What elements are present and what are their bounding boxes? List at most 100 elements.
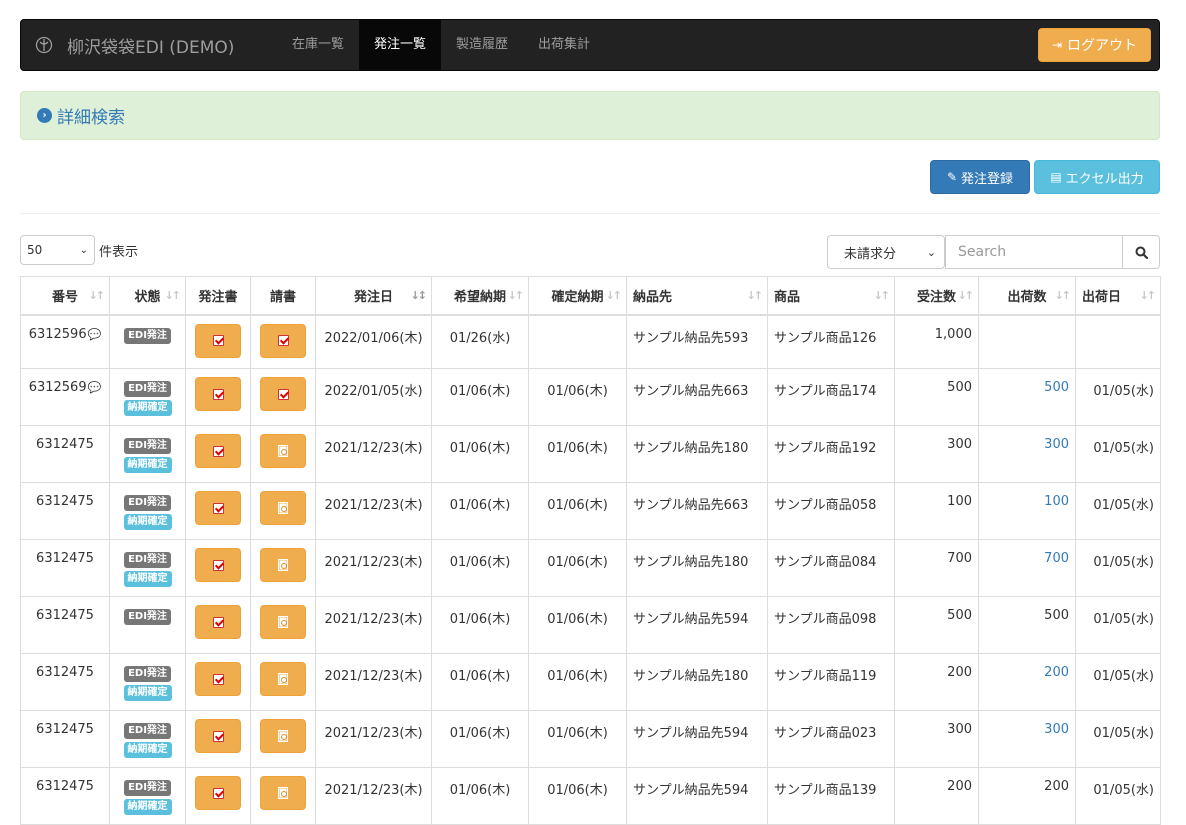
cell-acknowledgement (250, 710, 316, 768)
acknowledgement-button[interactable] (260, 434, 306, 468)
table-row[interactable]: 6312475 EDI発注 2021/12/23(木) 01/06(木) 01/06(木… (20, 596, 1161, 654)
detail-search-title: 詳細検索 (57, 108, 125, 128)
cell-number: 6312475 (20, 482, 110, 540)
col-header-status[interactable]: 状態 ↓↑ (109, 276, 186, 316)
search-input[interactable]: Search (945, 235, 1123, 269)
checkbox-icon (277, 388, 289, 400)
cell-order-sheet (185, 368, 251, 426)
col-header-order-date[interactable]: 発注日 ↓↕ (315, 276, 432, 316)
cell-shipped-qty[interactable]: 300 (978, 710, 1076, 768)
table-row[interactable]: 6312475 EDI発注 納期確定 2021/12/23(木) 01/06(木) 01/… (20, 653, 1161, 711)
shipped-qty-value[interactable]: 300 (1044, 722, 1069, 737)
order-sheet-button[interactable] (195, 605, 241, 639)
table-row[interactable]: 6312596💬 EDI発注 2022/01/06(木) 01/26(水) サンプル納品… (20, 314, 1161, 369)
cell-number: 6312475 (20, 425, 110, 483)
table-row[interactable]: 6312475 EDI発注 納期確定 2021/12/23(木) 01/06(木) 01/… (20, 539, 1161, 597)
col-header-destination[interactable]: 納品先 ↓↑ (626, 276, 768, 316)
nav-order-list[interactable]: 発注一覧 (359, 20, 442, 70)
cell-shipped-qty[interactable]: 500 (978, 368, 1076, 426)
order-number: 6312475 (36, 779, 94, 794)
cell-wish-date: 01/06(木) (431, 539, 529, 597)
col-header-product[interactable]: 商品 ↓↑ (767, 276, 895, 316)
shipped-qty-value[interactable]: 500 (1044, 380, 1069, 395)
detail-search-toggle[interactable]: › 詳細検索 (37, 92, 125, 139)
order-sheet-button[interactable] (195, 719, 241, 753)
cell-order-sheet (185, 539, 251, 597)
cell-shipped-qty[interactable]: 700 (978, 539, 1076, 597)
cell-number: 6312475 (20, 539, 110, 597)
cell-acknowledgement (250, 539, 316, 597)
order-sheet-button[interactable] (195, 377, 241, 411)
cell-destination: サンプル納品先180 (626, 653, 768, 711)
col-header-order-qty[interactable]: 受注数 ↓↑ (894, 276, 979, 316)
order-sheet-button[interactable] (195, 776, 241, 810)
edi-order-badge: EDI発注 (124, 666, 171, 682)
cell-product: サンプル商品139 (767, 767, 895, 825)
chevron-down-icon: ⌄ (79, 244, 88, 256)
nav-stock-list[interactable]: 在庫一覧 (277, 20, 359, 70)
cell-destination: サンプル納品先180 (626, 539, 768, 597)
excel-export-button[interactable]: ▤ エクセル出力 (1034, 160, 1160, 194)
table-row[interactable]: 6312569💬 EDI発注 納期確定 2022/01/05(水) 01/06(木) 01… (20, 368, 1161, 426)
chevron-down-icon: ⌄ (926, 245, 936, 259)
shipped-qty-value[interactable]: 100 (1044, 494, 1069, 509)
order-register-button[interactable]: ✎ 発注登録 (930, 160, 1030, 194)
order-sheet-button[interactable] (195, 323, 241, 358)
cell-acknowledgement (250, 368, 316, 426)
cell-destination: サンプル納品先594 (626, 710, 768, 768)
sign-out-icon: ⇥ (1051, 38, 1063, 52)
cell-shipped-qty: 200 (978, 767, 1076, 825)
shipped-qty-value[interactable]: 200 (1044, 665, 1069, 680)
cell-order-date: 2021/12/23(木) (315, 710, 432, 768)
cell-confirm-date: 01/06(木) (528, 710, 627, 768)
brand[interactable]: 柳沢袋袋EDI (DEMO) (35, 20, 234, 70)
acknowledgement-button[interactable] (260, 377, 306, 411)
cell-order-date: 2021/12/23(木) (315, 767, 432, 825)
nav-production-history[interactable]: 製造履歴 (441, 20, 523, 70)
page-length-select[interactable]: 50 ⌄ (20, 235, 95, 265)
acknowledgement-button[interactable] (260, 605, 306, 639)
cell-product: サンプル商品119 (767, 653, 895, 711)
cell-order-qty: 700 (894, 539, 979, 597)
sort-icon: ↓↑ (88, 289, 106, 302)
cell-confirm-date: 01/06(木) (528, 482, 627, 540)
col-header-ship-date[interactable]: 出荷日 ↓↑ (1075, 276, 1161, 316)
acknowledgement-button[interactable] (260, 491, 306, 525)
header-label: 出荷数 (1007, 289, 1047, 305)
search-button[interactable] (1122, 235, 1160, 269)
acknowledgement-button[interactable] (260, 323, 306, 358)
shipped-qty-value[interactable]: 700 (1044, 551, 1069, 566)
cell-shipped-qty[interactable]: 300 (978, 425, 1076, 483)
col-header-number[interactable]: 番号 ↓↑ (20, 276, 110, 316)
cell-ship-date: 01/05(水) (1075, 368, 1161, 426)
table-row[interactable]: 6312475 EDI発注 納期確定 2021/12/23(木) 01/06(木) 01/… (20, 767, 1161, 825)
page-length-value: 50 (27, 243, 43, 257)
order-sheet-button[interactable] (195, 491, 241, 525)
acknowledgement-button[interactable] (260, 548, 306, 582)
col-header-confirm-date[interactable]: 確定納期 ↓↑ (528, 276, 627, 316)
cell-order-qty: 300 (894, 710, 979, 768)
order-number: 6312475 (36, 551, 94, 566)
billing-filter-value: 未請求分 (844, 246, 897, 262)
table-row[interactable]: 6312475 EDI発注 納期確定 2021/12/23(木) 01/06(木) 01/… (20, 425, 1161, 483)
acknowledgement-button[interactable] (260, 662, 306, 696)
header-label: 発注日 (353, 289, 393, 305)
shipped-qty-value[interactable]: 300 (1044, 437, 1069, 452)
cell-number: 6312475 (20, 653, 110, 711)
table-row[interactable]: 6312475 EDI発注 納期確定 2021/12/23(木) 01/06(木) 01/… (20, 482, 1161, 540)
acknowledgement-button[interactable] (260, 719, 306, 753)
order-sheet-button[interactable] (195, 662, 241, 696)
nav-shipment-summary[interactable]: 出荷集計 (523, 20, 605, 70)
table-row[interactable]: 6312475 EDI発注 納期確定 2021/12/23(木) 01/06(木) 01/… (20, 710, 1161, 768)
cell-ship-date: 01/05(水) (1075, 539, 1161, 597)
logout-button[interactable]: ⇥ ログアウト (1038, 28, 1151, 62)
acknowledgement-button[interactable] (260, 776, 306, 810)
cell-shipped-qty[interactable]: 200 (978, 653, 1076, 711)
col-header-shipped-qty[interactable]: 出荷数 ↓↑ (978, 276, 1076, 316)
cell-shipped-qty[interactable]: 100 (978, 482, 1076, 540)
cell-status: EDI発注 納期確定 (109, 368, 186, 426)
col-header-wish-date[interactable]: 希望納期 ↓↑ (431, 276, 529, 316)
order-sheet-button[interactable] (195, 434, 241, 468)
billing-filter-select[interactable]: 未請求分 ⌄ (827, 235, 945, 269)
order-sheet-button[interactable] (195, 548, 241, 582)
